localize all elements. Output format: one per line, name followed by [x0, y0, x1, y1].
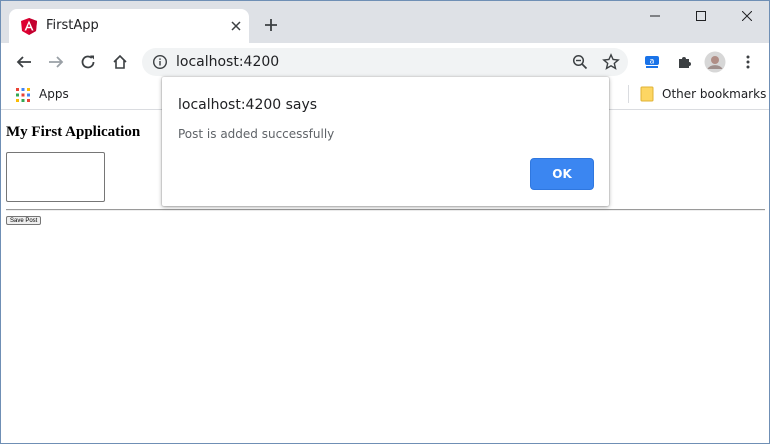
folder-icon[interactable] [640, 86, 654, 102]
ok-button[interactable]: OK [530, 158, 594, 190]
zoom-out-icon[interactable] [572, 54, 588, 70]
more-vert-icon[interactable] [737, 51, 759, 73]
angular-icon [21, 18, 37, 35]
close-icon[interactable] [229, 19, 243, 33]
dialog-message: Post is added successfully [178, 127, 335, 141]
post-textarea[interactable] [6, 152, 105, 202]
arrow-left-icon[interactable] [13, 51, 35, 73]
puzzle-icon[interactable] [673, 51, 695, 73]
reload-icon[interactable] [77, 51, 99, 73]
address-bar[interactable]: localhost:4200 [142, 48, 628, 76]
url-text[interactable]: localhost:4200 [176, 54, 279, 70]
bookmark-other[interactable]: Other bookmarks [662, 87, 766, 101]
tab-title: FirstApp [46, 18, 99, 33]
svg-text:a: a [650, 57, 655, 66]
plus-icon[interactable] [261, 15, 281, 35]
apps-grid-icon[interactable] [15, 87, 31, 103]
home-icon[interactable] [109, 51, 131, 73]
close-icon[interactable] [724, 1, 769, 31]
alert-dialog: localhost:4200 says Post is added succes… [162, 77, 609, 206]
bookmark-separator [628, 85, 629, 103]
browser-window: FirstApp localhost:4200 a Apps Other boo… [0, 0, 770, 444]
tab-firstapp[interactable]: FirstApp [9, 9, 249, 43]
avatar[interactable] [704, 51, 726, 73]
save-post-button[interactable]: Save Post [6, 216, 42, 225]
bookmark-apps[interactable]: Apps [39, 87, 69, 101]
page-title: My First Application [6, 124, 141, 140]
star-icon[interactable] [602, 53, 620, 71]
arrow-right-icon[interactable] [45, 51, 67, 73]
translate-extension-icon[interactable]: a [641, 51, 663, 73]
minimize-icon[interactable] [632, 1, 678, 31]
dialog-title: localhost:4200 says [178, 97, 318, 113]
divider [6, 209, 765, 211]
maximize-icon[interactable] [678, 1, 724, 31]
info-icon[interactable] [152, 54, 168, 70]
tab-strip: FirstApp [1, 1, 769, 43]
browser-toolbar: localhost:4200 a [1, 43, 769, 81]
